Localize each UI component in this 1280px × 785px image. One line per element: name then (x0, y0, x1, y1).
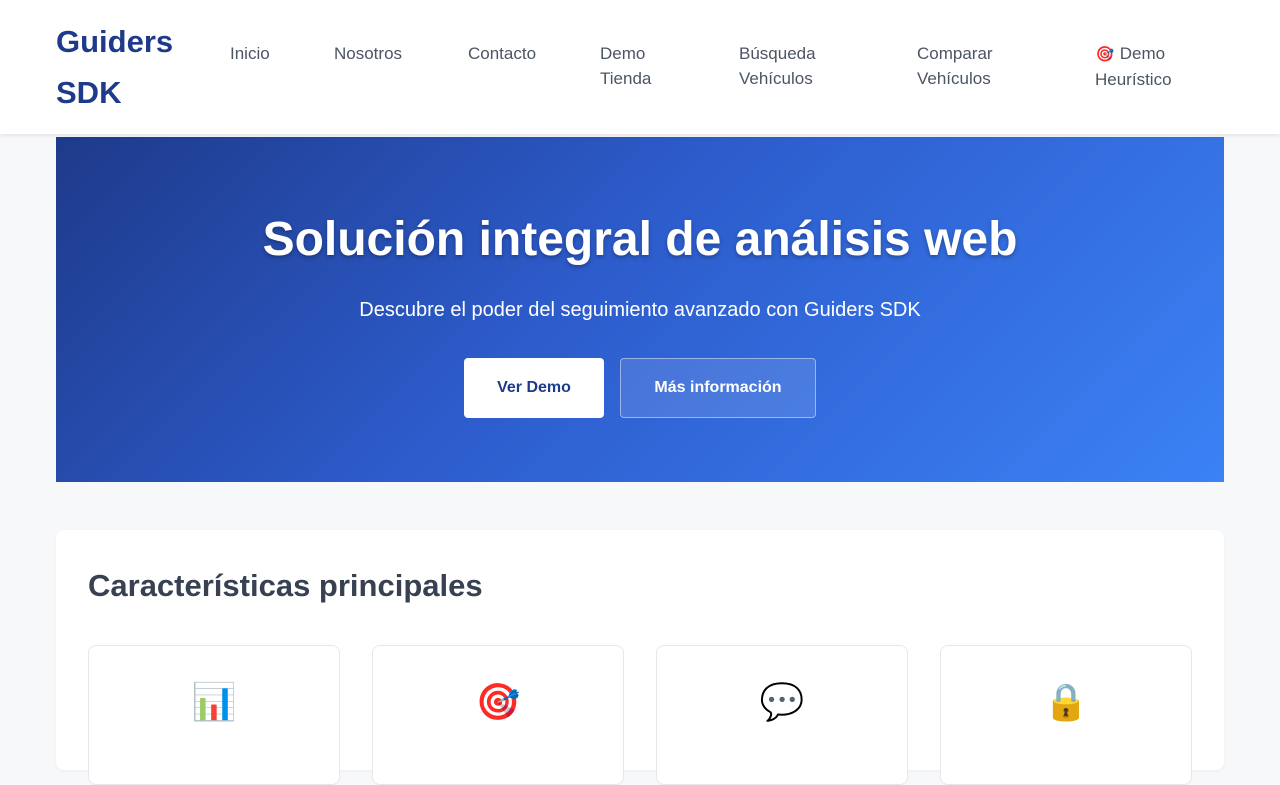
nav-item-inicio[interactable]: Inicio (230, 41, 270, 66)
feature-card-chat[interactable]: 💬 (656, 645, 908, 785)
nav-label: Nosotros (334, 44, 403, 63)
nav-label-text: Demo (1119, 44, 1166, 63)
brand-name-line1: Guiders (56, 24, 174, 59)
hero-title: Solución integral de análisis web (262, 213, 1018, 266)
nav-label-line2: Vehículos (739, 69, 813, 88)
ver-demo-button[interactable]: Ver Demo (464, 358, 604, 418)
hero-subtitle: Descubre el poder del seguimiento avanza… (359, 299, 921, 321)
target-icon: 🎯 (475, 681, 521, 722)
nav-label-line2: Tienda (600, 69, 652, 88)
speech-bubble-icon: 💬 (759, 681, 805, 722)
nav-label: Contacto (468, 44, 537, 63)
nav-item-busqueda-vehiculos[interactable]: Búsqueda Vehículos (739, 41, 816, 91)
site-header: Guiders SDK Inicio Nosotros Contacto Dem… (0, 0, 1280, 134)
nav-label-line2: Vehículos (917, 69, 991, 88)
nav-label-line1: Comparar (917, 44, 993, 63)
nav-label-line1: 🎯 Demo (1095, 41, 1172, 67)
nav-item-demo-tienda[interactable]: Demo Tienda (600, 41, 651, 91)
nav-label-line1: Demo (600, 44, 646, 63)
nav-item-contacto[interactable]: Contacto (468, 41, 536, 66)
nav-item-nosotros[interactable]: Nosotros (334, 41, 402, 66)
nav-label: Inicio (230, 44, 270, 63)
feature-card-security[interactable]: 🔒 (940, 645, 1192, 785)
target-icon: 🎯 (1095, 46, 1115, 63)
nav-label-line1: Búsqueda (739, 44, 816, 63)
nav-item-comparar-vehiculos[interactable]: Comparar Vehículos (917, 41, 993, 91)
nav-label-line2: Heurístico (1095, 70, 1172, 89)
mas-informacion-button[interactable]: Más información (620, 358, 816, 418)
brand-name-line2: SDK (56, 75, 122, 110)
features-section: Características principales 📊 🎯 💬 🔒 (56, 530, 1224, 785)
feature-card-targeting[interactable]: 🎯 (372, 645, 624, 785)
features-title: Características principales (88, 568, 483, 603)
brand-logo[interactable]: Guiders SDK (56, 16, 186, 118)
feature-card-analytics[interactable]: 📊 (88, 645, 340, 785)
lock-icon: 🔒 (1043, 681, 1089, 722)
nav-item-demo-heuristico[interactable]: 🎯 Demo Heurístico (1095, 41, 1172, 92)
bar-chart-icon: 📊 (191, 681, 237, 722)
